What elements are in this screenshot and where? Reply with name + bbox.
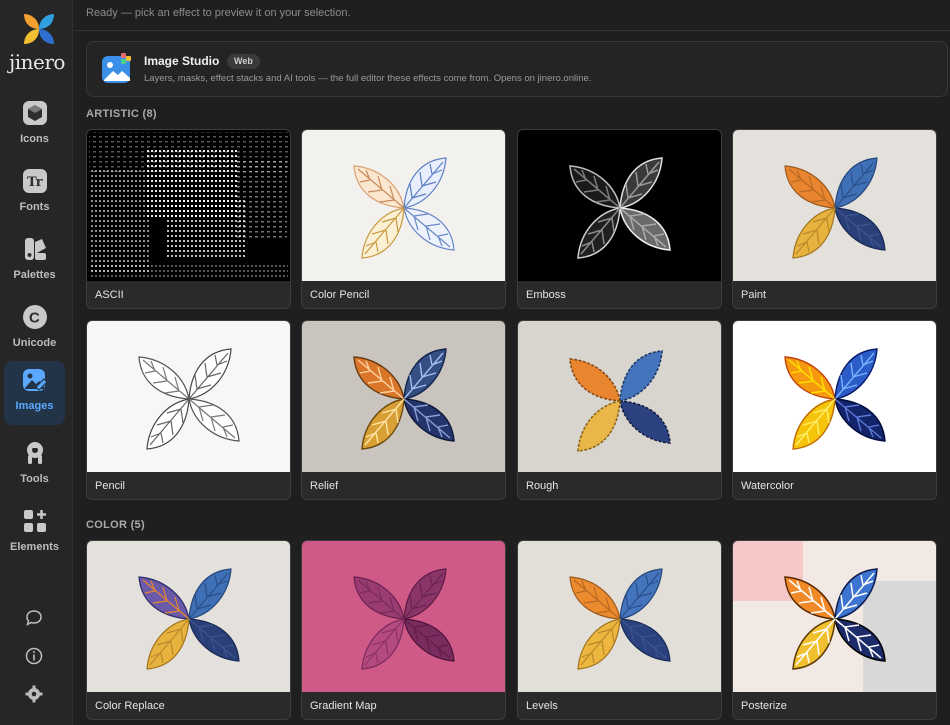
effect-label: Pencil <box>95 480 125 492</box>
effect-label: Rough <box>526 480 559 492</box>
color-replace-thumbnail <box>87 541 290 692</box>
gradient-map-thumbnail <box>302 541 505 692</box>
effect-label: Posterize <box>741 700 787 712</box>
palette-icon <box>25 238 46 260</box>
cube-icon <box>23 101 47 125</box>
font-icon: Tr <box>23 169 47 193</box>
web-badge: Web <box>227 54 260 69</box>
promo-description: Layers, masks, effect stacks and AI tool… <box>144 73 592 84</box>
effect-card-paint[interactable]: Paint <box>732 129 937 309</box>
effect-label: Emboss <box>526 289 566 301</box>
app-window: jinero Icons Tr Fonts Palettes C Unicode… <box>0 0 950 725</box>
effect-card-pencil[interactable]: Pencil <box>86 320 291 500</box>
image-studio-banner[interactable]: Image Studio Web Layers, masks, effect s… <box>86 41 948 97</box>
sidebar-item-elements[interactable]: Elements <box>4 502 65 566</box>
effect-label: Watercolor <box>741 480 794 492</box>
logo-mark-icon <box>24 14 54 44</box>
effect-card-gradient-map[interactable]: Gradient Map <box>301 540 506 720</box>
watercolor-thumbnail <box>733 321 936 472</box>
tools-icon <box>27 442 43 464</box>
sidebar: jinero Icons Tr Fonts Palettes C Unicode… <box>0 0 73 725</box>
sidebar-item-palettes[interactable]: Palettes <box>4 230 65 294</box>
levels-thumbnail <box>518 541 721 692</box>
effect-label: Relief <box>310 480 339 492</box>
effect-card-color-replace[interactable]: Color Replace <box>86 540 291 720</box>
app-logo[interactable]: jinero <box>7 10 67 76</box>
svg-text:C: C <box>29 310 40 327</box>
ascii-thumbnail <box>87 130 290 281</box>
sidebar-item-unicode[interactable]: C Unicode <box>4 298 65 362</box>
sidebar-item-label: Images <box>15 400 54 412</box>
effect-label: Color Pencil <box>310 289 370 301</box>
effect-card-watercolor[interactable]: Watercolor <box>732 320 937 500</box>
sidebar-item-images[interactable]: Images <box>4 361 65 425</box>
effect-card-relief[interactable]: Relief <box>301 320 506 500</box>
status-text: Ready — pick an effect to preview it on … <box>86 7 351 19</box>
sidebar-item-label: Fonts <box>19 201 50 213</box>
sidebar-item-label: Unicode <box>12 337 57 349</box>
paint-thumbnail <box>733 130 936 281</box>
effect-card-ascii[interactable]: ASCII <box>86 129 291 309</box>
info-icon[interactable] <box>24 646 44 666</box>
chat-icon[interactable] <box>24 608 44 628</box>
section-title-color: COLOR (5) <box>86 519 145 531</box>
section-title-artistic: ARTISTIC (8) <box>86 108 157 120</box>
effect-card-posterize[interactable]: Posterize <box>732 540 937 720</box>
effect-label: ASCII <box>95 289 124 301</box>
divider <box>74 30 950 31</box>
effect-label: Gradient Map <box>310 700 377 712</box>
settings-icon[interactable] <box>24 684 44 704</box>
color-pencil-thumbnail <box>302 130 505 281</box>
effect-card-rough[interactable]: Rough <box>517 320 722 500</box>
sidebar-item-label: Elements <box>10 541 59 553</box>
effect-label: Levels <box>526 700 558 712</box>
effect-label: Color Replace <box>95 700 165 712</box>
sidebar-item-icons[interactable]: Icons <box>4 94 65 158</box>
sidebar-item-label: Palettes <box>13 269 56 281</box>
image-studio-icon <box>102 53 131 83</box>
sidebar-item-tools[interactable]: Tools <box>4 434 65 498</box>
image-edit-icon <box>23 369 48 391</box>
effect-card-color-pencil[interactable]: Color Pencil <box>301 129 506 309</box>
relief-thumbnail <box>302 321 505 472</box>
elements-icon <box>24 510 46 532</box>
effect-card-emboss[interactable]: Emboss <box>517 129 722 309</box>
effects-panel: Ready — pick an effect to preview it on … <box>74 0 950 725</box>
sidebar-item-fonts[interactable]: Tr Fonts <box>4 162 65 226</box>
effect-card-levels[interactable]: Levels <box>517 540 722 720</box>
logo-wordmark: jinero <box>9 50 65 74</box>
svg-text:Tr: Tr <box>27 175 43 190</box>
sidebar-item-label: Icons <box>20 133 49 145</box>
promo-title: Image Studio <box>144 54 220 68</box>
emboss-thumbnail <box>518 130 721 281</box>
rough-thumbnail <box>518 321 721 472</box>
posterize-thumbnail <box>733 541 936 692</box>
effect-label: Paint <box>741 289 767 301</box>
unicode-icon: C <box>23 305 47 329</box>
sidebar-item-label: Tools <box>20 473 49 485</box>
pencil-thumbnail <box>87 321 290 472</box>
